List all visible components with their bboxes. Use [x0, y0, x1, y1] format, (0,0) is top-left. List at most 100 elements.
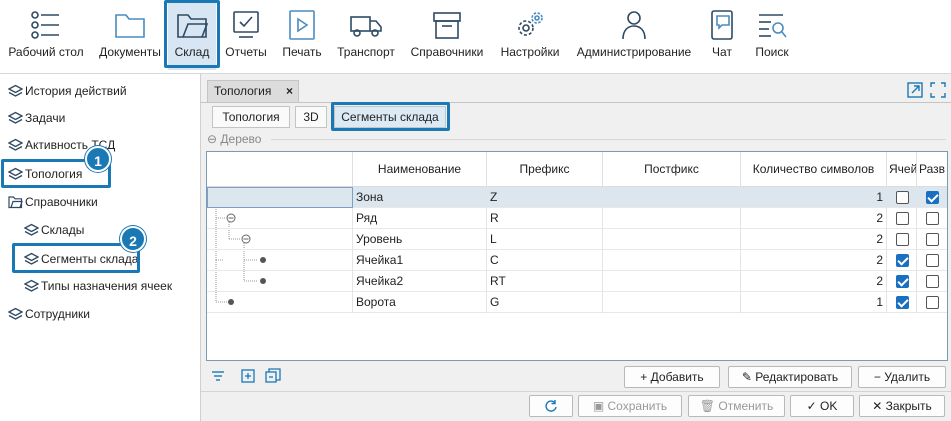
close-button[interactable]: ✕ Закрыть	[859, 395, 945, 417]
ok-button[interactable]: ✓ OK	[790, 395, 854, 417]
tree-cell[interactable]	[207, 250, 353, 271]
floppy-icon: ▣	[592, 399, 608, 413]
postfix-cell[interactable]	[603, 250, 741, 271]
develop-checkbox[interactable]	[926, 296, 939, 309]
toolbar-chat-button[interactable]: Чат	[702, 0, 742, 70]
column-header-cell[interactable]: Ячей	[887, 152, 917, 187]
column-header-prefix[interactable]: Префикс	[487, 152, 603, 187]
postfix-cell[interactable]	[603, 271, 741, 292]
toolbar-label: Документы	[99, 45, 161, 59]
toolbar-settings-button[interactable]: Настройки	[496, 0, 564, 70]
tab-warehouse-segments[interactable]: Сегменты склада	[334, 106, 446, 128]
table-row[interactable]: Ворота G 1	[207, 292, 947, 313]
cell-checkbox[interactable]	[896, 233, 909, 246]
cell-checkbox[interactable]	[896, 254, 909, 267]
table-row[interactable]: Уровень L 2	[207, 229, 947, 250]
name-cell[interactable]: Ячейка2	[353, 271, 487, 292]
develop-flag-cell	[917, 271, 947, 292]
cell-checkbox[interactable]	[896, 296, 909, 309]
close-tab-icon[interactable]: ×	[286, 81, 293, 102]
prefix-cell[interactable]: C	[487, 250, 603, 271]
table-row[interactable]: Ячейка2 RT 2	[207, 271, 947, 292]
filter-icon[interactable]	[210, 368, 226, 384]
toolbar-admin-button[interactable]: Администрирование	[572, 0, 696, 70]
prefix-cell[interactable]: L	[487, 229, 603, 250]
toolbar-documents-button[interactable]: Документы	[92, 0, 168, 70]
cancel-button[interactable]: 🗑 Отменить	[688, 395, 785, 417]
column-header-symbol-count[interactable]: Количество символов	[741, 152, 887, 187]
postfix-cell[interactable]	[603, 208, 741, 229]
name-cell[interactable]: Уровень	[353, 229, 487, 250]
add-button-label: Добавить	[650, 370, 704, 384]
gears-icon	[518, 12, 543, 36]
cell-checkbox[interactable]	[896, 275, 909, 288]
symbol-count-cell[interactable]: 2	[741, 250, 887, 271]
symbol-count-cell[interactable]: 2	[741, 271, 887, 292]
tree-cell[interactable]	[207, 271, 353, 292]
open-external-icon[interactable]	[907, 82, 923, 98]
maximize-icon[interactable]	[930, 82, 946, 98]
develop-checkbox[interactable]	[926, 191, 939, 204]
name-cell[interactable]: Ряд	[353, 208, 487, 229]
collapse-all-icon[interactable]	[265, 368, 281, 384]
postfix-cell[interactable]	[603, 187, 741, 208]
add-button[interactable]: + Добавить	[624, 366, 720, 388]
name-cell[interactable]: Зона	[353, 187, 487, 208]
prefix-cell[interactable]: G	[487, 292, 603, 313]
column-header-postfix[interactable]: Постфикс	[603, 152, 741, 187]
prefix-cell[interactable]: RT	[487, 271, 603, 292]
delete-button-label: Удалить	[884, 370, 931, 384]
save-button[interactable]: ▣ Сохранить	[578, 395, 682, 417]
cell-checkbox[interactable]	[896, 191, 909, 204]
toolbar-print-button[interactable]: Печать	[278, 0, 326, 70]
document-tab-topology[interactable]: Топология ×	[207, 80, 299, 102]
folder-icon	[115, 14, 145, 38]
prefix-cell[interactable]: Z	[487, 187, 603, 208]
cell-checkbox[interactable]	[896, 212, 909, 225]
column-header-develop[interactable]: Разв	[917, 152, 947, 187]
desktop-list-icon	[31, 11, 59, 39]
tree-cell[interactable]	[207, 187, 353, 208]
toolbar-references-button[interactable]: Справочники	[406, 0, 488, 70]
develop-checkbox[interactable]	[926, 254, 939, 267]
tree-cell[interactable]	[207, 229, 353, 250]
tree-group-header[interactable]: ⊖ Дерево	[207, 132, 261, 146]
layers-icon	[8, 111, 23, 124]
symbol-count-cell[interactable]: 1	[741, 292, 887, 313]
develop-checkbox[interactable]	[926, 275, 939, 288]
table-row[interactable]: Ряд R 2	[207, 208, 947, 229]
name-cell[interactable]: Ворота	[353, 292, 487, 313]
expand-all-icon[interactable]	[240, 368, 256, 384]
symbol-count-cell[interactable]: 2	[741, 229, 887, 250]
postfix-cell[interactable]	[603, 229, 741, 250]
toolbar-search-button[interactable]: Поиск	[748, 0, 796, 70]
truck-icon	[350, 16, 382, 37]
content-panel: Топология × Топология 3D Сегменты склада…	[201, 74, 951, 421]
collapse-group-icon[interactable]: ⊖	[207, 132, 217, 146]
develop-checkbox[interactable]	[926, 233, 939, 246]
toolbar-warehouse-button[interactable]: Склад	[168, 0, 216, 70]
tab-topology[interactable]: Топология	[212, 106, 290, 128]
tree-cell[interactable]	[207, 208, 353, 229]
toolbar-transport-button[interactable]: Транспорт	[334, 0, 398, 70]
table-row[interactable]: Ячейка1 C 2	[207, 250, 947, 271]
symbol-count-cell[interactable]: 2	[741, 208, 887, 229]
tree-cell[interactable]	[207, 292, 353, 313]
tree-column-header	[207, 152, 353, 187]
column-header-name[interactable]: Наименование	[353, 152, 487, 187]
prefix-cell[interactable]: R	[487, 208, 603, 229]
edit-button[interactable]: ✎ Редактировать	[728, 366, 852, 388]
name-cell[interactable]: Ячейка1	[353, 250, 487, 271]
develop-checkbox[interactable]	[926, 212, 939, 225]
delete-button[interactable]: − Удалить	[858, 366, 946, 388]
toolbar-label: Поиск	[755, 45, 789, 59]
refresh-button[interactable]	[529, 395, 573, 417]
toolbar-reports-button[interactable]: Отчеты	[222, 0, 270, 70]
ok-button-label: OK	[820, 399, 838, 413]
tab-3d[interactable]: 3D	[295, 106, 327, 128]
layers-icon	[8, 138, 23, 151]
symbol-count-cell[interactable]: 1	[741, 187, 887, 208]
postfix-cell[interactable]	[603, 292, 741, 313]
table-row[interactable]: Зона Z 1	[207, 187, 947, 208]
toolbar-desktop-button[interactable]: Рабочий стол	[4, 0, 88, 70]
